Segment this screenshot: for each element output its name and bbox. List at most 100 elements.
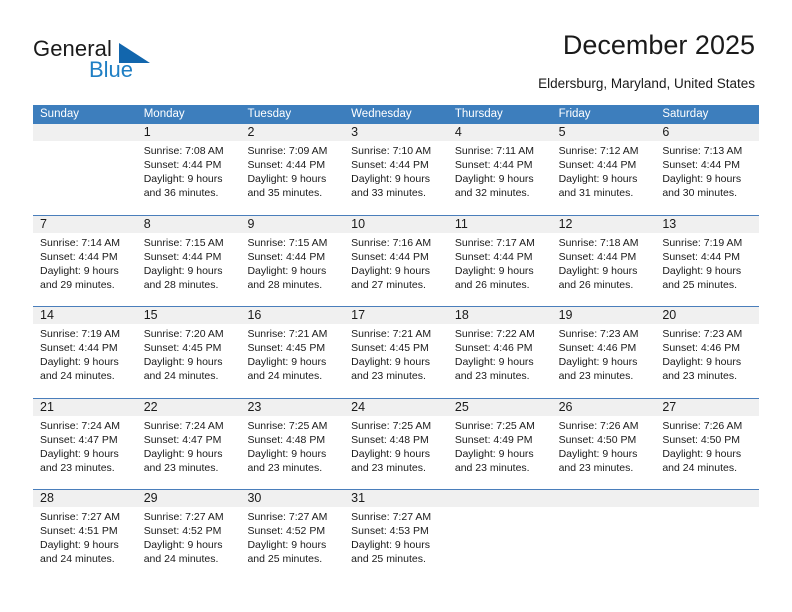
calendar-day-cell[interactable]: 24 Sunrise: 7:25 AM Sunset: 4:48 PM Dayligh…: [344, 398, 448, 490]
calendar-day-cell[interactable]: 19 Sunrise: 7:23 AM Sunset: 4:46 PM Dayligh…: [551, 307, 656, 398]
calendar-week-cells: 1 Sunrise: 7:08 AM Sunset: 4:44 PM Daylight…: [33, 124, 760, 215]
sunrise-text: Sunrise: 7:12 AM: [558, 145, 639, 157]
daylight-text: Daylight: 9 hours: [662, 264, 742, 277]
calendar-day-cell[interactable]: 18 Sunrise: 7:22 AM Sunset: 4:46 PM Dayligh…: [447, 307, 552, 398]
sunrise-text: Sunrise: 7:25 AM: [247, 419, 328, 432]
sunset-text: Sunset: 4:52 PM: [143, 525, 222, 538]
calendar-weeks: 1 Sunrise: 7:08 AM Sunset: 4:44 PM Daylight…: [33, 124, 760, 581]
day-number-band: 31: [344, 490, 448, 507]
calendar-day-cell[interactable]: 4 Sunrise: 7:11 AM Sunset: 4:44 PM Daylight…: [447, 124, 552, 215]
calendar-day-cell[interactable]: 11 Sunrise: 7:17 AM Sunset: 4:44 PM Dayligh…: [447, 215, 552, 307]
sunrise-text: Sunrise: 7:22 AM: [454, 328, 535, 340]
day-sun-info: Sunrise: 7:13 AM Sunset: 4:44 PM Daylight:…: [655, 141, 759, 200]
calendar-day-cell[interactable]: 15 Sunrise: 7:20 AM Sunset: 4:45 PM Dayligh…: [136, 307, 241, 398]
sunset-text: Sunset: 4:44 PM: [558, 159, 637, 172]
day-number: 17: [351, 308, 366, 322]
calendar-day-cell[interactable]: 7 Sunrise: 7:14 AM Sunset: 4:44 PM Daylight…: [33, 215, 137, 307]
calendar-day-cell[interactable]: 25 Sunrise: 7:25 AM Sunset: 4:49 PM Dayligh…: [447, 398, 552, 490]
calendar-day-cell[interactable]: 20 Sunrise: 7:23 AM Sunset: 4:46 PM Dayligh…: [655, 307, 760, 398]
calendar-day-cell[interactable]: 14 Sunrise: 7:19 AM Sunset: 4:44 PM Dayligh…: [33, 307, 137, 398]
day-number: 7: [40, 216, 47, 231]
calendar-day-cell[interactable]: 12 Sunrise: 7:18 AM Sunset: 4:44 PM Dayligh…: [551, 215, 656, 307]
calendar-day-cell[interactable]: 8 Sunrise: 7:15 AM Sunset: 4:44 PM Daylight…: [136, 215, 241, 307]
day-number-band: 3: [344, 124, 448, 141]
calendar-day-cell[interactable]: 26 Sunrise: 7:26 AM Sunset: 4:50 PM Dayligh…: [551, 398, 656, 490]
day-number-band: 21: [33, 398, 137, 416]
sunset-text: Sunset: 4:44 PM: [40, 250, 118, 263]
calendar-day-cell[interactable]: 29 Sunrise: 7:27 AM Sunset: 4:52 PM Dayligh…: [136, 490, 241, 581]
calendar-day-cell[interactable]: 3 Sunrise: 7:10 AM Sunset: 4:44 PM Daylight…: [344, 124, 448, 215]
calendar-day-cell[interactable]: 5 Sunrise: 7:12 AM Sunset: 4:44 PM Daylight…: [551, 124, 656, 215]
day-sun-info: Sunrise: 7:27 AM Sunset: 4:52 PM Daylight:…: [137, 507, 241, 566]
day-of-week-header-monday: Monday: [143, 108, 185, 120]
daylight-text: Daylight: 9 hours: [454, 447, 534, 460]
calendar-day-cell[interactable]: 9 Sunrise: 7:15 AM Sunset: 4:44 PM Daylight…: [240, 215, 345, 307]
calendar-day-cell[interactable]: 27 Sunrise: 7:26 AM Sunset: 4:50 PM Dayligh…: [655, 398, 760, 490]
daylight-text: Daylight: 9 hours: [558, 356, 638, 369]
sunset-text: Sunset: 4:44 PM: [454, 159, 533, 172]
day-number: 3: [351, 125, 359, 139]
daylight-text: and 29 minutes.: [40, 278, 115, 291]
calendar-day-cell[interactable]: 10 Sunrise: 7:16 AM Sunset: 4:44 PM Dayligh…: [344, 215, 448, 307]
day-number-band: 12: [551, 215, 656, 233]
daylight-text: Daylight: 9 hours: [247, 264, 327, 277]
calendar-cell-empty: [447, 490, 552, 581]
sunset-text: Sunset: 4:44 PM: [351, 159, 429, 172]
daylight-text: Daylight: 9 hours: [40, 264, 119, 277]
calendar-day-cell[interactable]: 6 Sunrise: 7:13 AM Sunset: 4:44 PM Daylight…: [655, 124, 760, 215]
day-number: 27: [662, 399, 677, 414]
day-number: 11: [454, 216, 468, 231]
daylight-text: Daylight: 9 hours: [454, 356, 534, 369]
calendar-day-cell[interactable]: 13 Sunrise: 7:19 AM Sunset: 4:44 PM Dayligh…: [655, 215, 760, 307]
calendar-week-cells: 7 Sunrise: 7:14 AM Sunset: 4:44 PM Daylight…: [33, 215, 760, 307]
calendar-day-cell[interactable]: 2 Sunrise: 7:09 AM Sunset: 4:44 PM Daylight…: [240, 124, 345, 215]
calendar-page: General Blue December 2025 Eldersburg, M…: [0, 0, 792, 612]
day-sun-info: Sunrise: 7:26 AM Sunset: 4:50 PM Daylight:…: [552, 416, 656, 475]
day-number-band: 28: [33, 490, 137, 507]
day-sun-info: Sunrise: 7:23 AM Sunset: 4:46 PM Daylight:…: [552, 324, 656, 383]
day-sun-info: Sunrise: 7:27 AM Sunset: 4:51 PM Daylight:…: [33, 507, 137, 566]
sunrise-text: Sunrise: 7:10 AM: [351, 145, 432, 157]
calendar-day-cell[interactable]: 30 Sunrise: 7:27 AM Sunset: 4:52 PM Dayligh…: [240, 490, 345, 581]
day-number-band: [655, 490, 760, 507]
calendar-day-cell[interactable]: 22 Sunrise: 7:24 AM Sunset: 4:47 PM Dayligh…: [136, 398, 241, 490]
sunset-text: Sunset: 4:46 PM: [662, 342, 740, 355]
calendar-week-cells: 21 Sunrise: 7:24 AM Sunset: 4:47 PM Dayligh…: [33, 398, 760, 490]
day-sun-info: Sunrise: 7:15 AM Sunset: 4:44 PM Daylight:…: [137, 233, 241, 292]
calendar-day-cell[interactable]: 23 Sunrise: 7:25 AM Sunset: 4:48 PM Dayligh…: [240, 398, 345, 490]
day-number-band: 1: [136, 124, 241, 141]
sunset-text: Sunset: 4:46 PM: [558, 342, 637, 355]
day-number-band: 24: [344, 398, 448, 416]
daylight-text: Daylight: 9 hours: [143, 447, 223, 460]
sunrise-text: Sunrise: 7:20 AM: [143, 328, 224, 340]
day-number: 30: [247, 491, 262, 505]
sunset-text: Sunset: 4:48 PM: [247, 433, 326, 446]
daylight-text: and 28 minutes.: [143, 278, 219, 291]
calendar-day-cell[interactable]: 1 Sunrise: 7:08 AM Sunset: 4:44 PM Daylight…: [136, 124, 241, 215]
sunset-text: Sunset: 4:45 PM: [143, 342, 222, 355]
day-sun-info: Sunrise: 7:25 AM Sunset: 4:48 PM Daylight:…: [240, 416, 344, 475]
daylight-text: and 23 minutes.: [351, 461, 426, 474]
day-number: 9: [247, 216, 255, 231]
sunrise-text: Sunrise: 7:27 AM: [351, 511, 432, 523]
daylight-text: Daylight: 9 hours: [351, 447, 430, 460]
calendar-week-row: 28 Sunrise: 7:27 AM Sunset: 4:51 PM Dayligh…: [33, 489, 760, 581]
logo-text-blue: Blue: [89, 57, 134, 82]
calendar-day-cell[interactable]: 31 Sunrise: 7:27 AM Sunset: 4:53 PM Dayligh…: [344, 490, 448, 581]
day-number: 21: [40, 399, 54, 414]
day-of-week-header-thursday: Thursday: [454, 108, 503, 120]
calendar-day-cell[interactable]: 17 Sunrise: 7:21 AM Sunset: 4:45 PM Dayligh…: [344, 307, 448, 398]
daylight-text: Daylight: 9 hours: [247, 539, 327, 552]
daylight-text: and 24 minutes.: [143, 553, 219, 566]
day-sun-info: Sunrise: 7:23 AM Sunset: 4:46 PM Daylight:…: [655, 324, 759, 383]
daylight-text: and 26 minutes.: [558, 278, 634, 291]
day-number: 8: [143, 216, 151, 231]
day-sun-info: Sunrise: 7:14 AM Sunset: 4:44 PM Daylight:…: [33, 233, 137, 292]
sunset-text: Sunset: 4:47 PM: [143, 433, 222, 446]
calendar-day-cell[interactable]: 21 Sunrise: 7:24 AM Sunset: 4:47 PM Dayligh…: [33, 398, 137, 490]
day-number-band: 23: [240, 398, 345, 416]
day-of-week-header-sunday: Sunday: [40, 108, 80, 120]
calendar-day-cell[interactable]: 28 Sunrise: 7:27 AM Sunset: 4:51 PM Dayligh…: [33, 490, 137, 581]
calendar-day-cell[interactable]: 16 Sunrise: 7:21 AM Sunset: 4:45 PM Dayligh…: [240, 307, 345, 398]
general-blue-logo[interactable]: General Blue: [33, 36, 213, 84]
